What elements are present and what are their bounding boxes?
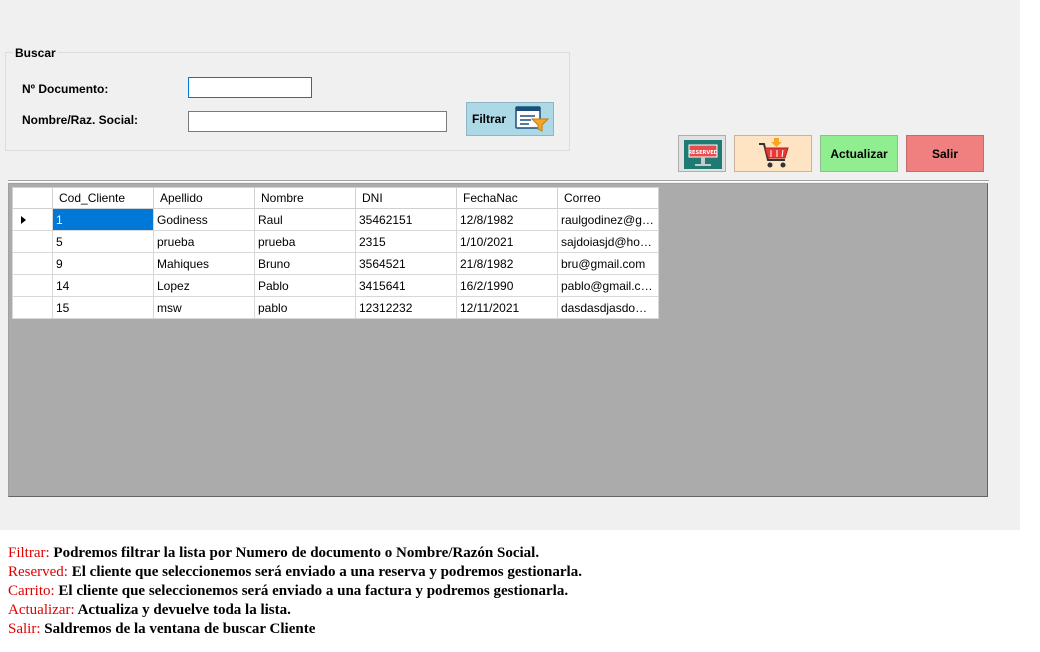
filter-button-label: Filtrar xyxy=(472,112,507,126)
exit-button[interactable]: Salir xyxy=(906,135,984,172)
cart-button[interactable] xyxy=(734,135,812,172)
column-header-dni[interactable]: DNI xyxy=(355,187,457,209)
refresh-button[interactable]: Actualizar xyxy=(820,135,898,172)
table-row[interactable]: 5 prueba prueba 2315 1/10/2021 sajdoiasj… xyxy=(12,230,659,253)
table-cell[interactable]: 15 xyxy=(52,296,154,319)
business-name-label: Nombre/Raz. Social: xyxy=(22,113,139,127)
row-header-corner xyxy=(12,187,53,209)
column-header-fechanac[interactable]: FechaNac xyxy=(456,187,558,209)
document-number-input[interactable] xyxy=(188,77,312,98)
filter-list-icon xyxy=(515,106,549,132)
note-salir: Salir: Saldremos de la ventana de buscar… xyxy=(8,621,316,637)
table-cell[interactable]: Raul xyxy=(254,208,356,231)
current-row-arrow-icon xyxy=(21,216,26,224)
document-number-label: Nº Documento: xyxy=(22,82,109,96)
row-header[interactable] xyxy=(12,252,53,275)
column-header-apellido[interactable]: Apellido xyxy=(153,187,255,209)
filter-button[interactable]: Filtrar xyxy=(466,102,554,136)
table-cell[interactable]: 12312232 xyxy=(355,296,457,319)
table-cell[interactable]: bru@gmail.com xyxy=(557,252,659,275)
table-cell[interactable]: 3415641 xyxy=(355,274,457,297)
table-row[interactable]: 1 Godiness Raul 35462151 12/8/1982 raulg… xyxy=(12,208,659,231)
reserved-icon-text: RESERVED xyxy=(688,150,718,156)
table-cell[interactable]: msw xyxy=(153,296,255,319)
table-cell[interactable]: pablo xyxy=(254,296,356,319)
table-cell[interactable]: prueba xyxy=(254,230,356,253)
table-cell[interactable]: Lopez xyxy=(153,274,255,297)
table-cell[interactable]: 12/11/2021 xyxy=(456,296,558,319)
note-reserved: Reserved: El cliente que seleccionemos s… xyxy=(8,564,582,580)
note-carrito: Carrito: El cliente que seleccionemos se… xyxy=(8,583,569,599)
help-notes: Filtrar: Podremos filtrar la lista por N… xyxy=(8,544,582,639)
table-cell[interactable]: 1 xyxy=(52,208,154,231)
note-actualizar: Actualizar: Actualiza y devuelve toda la… xyxy=(8,602,291,618)
row-header[interactable] xyxy=(12,274,53,297)
table-cell[interactable]: pablo@gmail.com xyxy=(557,274,659,297)
row-header[interactable] xyxy=(12,230,53,253)
clients-table: Cod_Cliente Apellido Nombre DNI FechaNac… xyxy=(12,187,659,319)
business-name-input[interactable] xyxy=(188,111,447,132)
table-header-row: Cod_Cliente Apellido Nombre DNI FechaNac… xyxy=(12,187,659,209)
table-cell[interactable]: Bruno xyxy=(254,252,356,275)
table-cell[interactable]: 12/8/1982 xyxy=(456,208,558,231)
table-cell[interactable]: dasdasdjasdo@g... xyxy=(557,296,659,319)
column-header-cod-cliente[interactable]: Cod_Cliente xyxy=(52,187,154,209)
search-group-title: Buscar xyxy=(13,46,58,60)
column-header-nombre[interactable]: Nombre xyxy=(254,187,356,209)
table-cell[interactable]: 2315 xyxy=(355,230,457,253)
table-cell[interactable]: Mahiques xyxy=(153,252,255,275)
table-row[interactable]: 14 Lopez Pablo 3415641 16/2/1990 pablo@g… xyxy=(12,274,659,297)
table-cell[interactable]: 35462151 xyxy=(355,208,457,231)
table-cell[interactable]: sajdoiasjd@hotmail xyxy=(557,230,659,253)
row-header[interactable] xyxy=(12,296,53,319)
table-cell[interactable]: 5 xyxy=(52,230,154,253)
table-cell[interactable]: Pablo xyxy=(254,274,356,297)
table-cell[interactable]: Godiness xyxy=(153,208,255,231)
table-row[interactable]: 15 msw pablo 12312232 12/11/2021 dasdasd… xyxy=(12,296,659,319)
note-filtrar: Filtrar: Podremos filtrar la lista por N… xyxy=(8,545,540,561)
table-cell[interactable]: 9 xyxy=(52,252,154,275)
table-cell[interactable]: 16/2/1990 xyxy=(456,274,558,297)
buscar-cliente-window: Buscar Nº Documento: Nombre/Raz. Social:… xyxy=(0,0,1020,530)
shopping-cart-icon xyxy=(759,138,789,168)
table-cell[interactable]: 21/8/1982 xyxy=(456,252,558,275)
table-cell[interactable]: 3564521 xyxy=(355,252,457,275)
separator xyxy=(8,180,989,182)
table-cell[interactable]: 1/10/2021 xyxy=(456,230,558,253)
row-header[interactable] xyxy=(12,208,53,231)
reserved-button[interactable]: RESERVED xyxy=(678,135,726,172)
table-cell[interactable]: raulgodinez@gm... xyxy=(557,208,659,231)
table-cell[interactable]: 14 xyxy=(52,274,154,297)
column-header-correo[interactable]: Correo xyxy=(557,187,659,209)
reserved-sign-icon: RESERVED xyxy=(684,140,722,169)
table-cell[interactable]: prueba xyxy=(153,230,255,253)
table-row[interactable]: 9 Mahiques Bruno 3564521 21/8/1982 bru@g… xyxy=(12,252,659,275)
clients-data-grid[interactable]: Cod_Cliente Apellido Nombre DNI FechaNac… xyxy=(8,183,988,497)
